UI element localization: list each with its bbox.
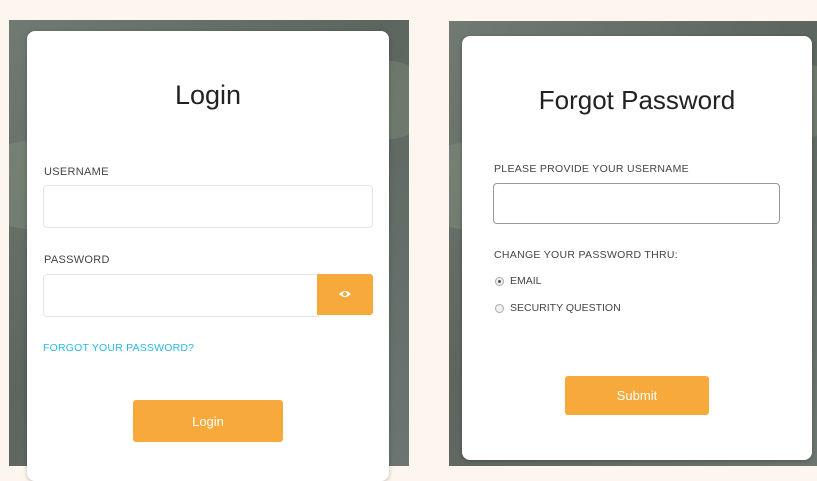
forgot-username-label: PLEASE PROVIDE YOUR USERNAME [494,163,689,175]
username-label: USERNAME [44,166,109,178]
password-label: PASSWORD [44,254,110,266]
method-label: CHANGE YOUR PASSWORD THRU: [494,249,678,261]
login-button[interactable]: Login [133,400,283,442]
security-question-option[interactable]: SECURITY QUESTION [495,302,621,314]
password-input[interactable] [43,274,319,317]
security-question-radio[interactable] [495,303,504,313]
login-title: Login [174,80,242,110]
eye-icon [339,291,351,297]
email-option-label: EMAIL [510,275,542,287]
forgot-password-link[interactable]: FORGOT YOUR PASSWORD? [43,342,194,354]
username-input[interactable] [43,185,373,228]
submit-button[interactable]: Submit [565,376,709,415]
security-question-label: SECURITY QUESTION [510,302,621,314]
forgot-username-input[interactable] [493,183,780,224]
email-radio[interactable] [495,276,504,286]
forgot-title: Forgot Password [538,85,736,115]
email-option[interactable]: EMAIL [495,275,542,287]
login-card: Login USERNAME PASSWORD FORGOT YOUR PASS… [27,31,389,481]
forgot-password-card: Forgot Password PLEASE PROVIDE YOUR USER… [462,36,812,460]
show-password-button[interactable] [317,274,373,315]
